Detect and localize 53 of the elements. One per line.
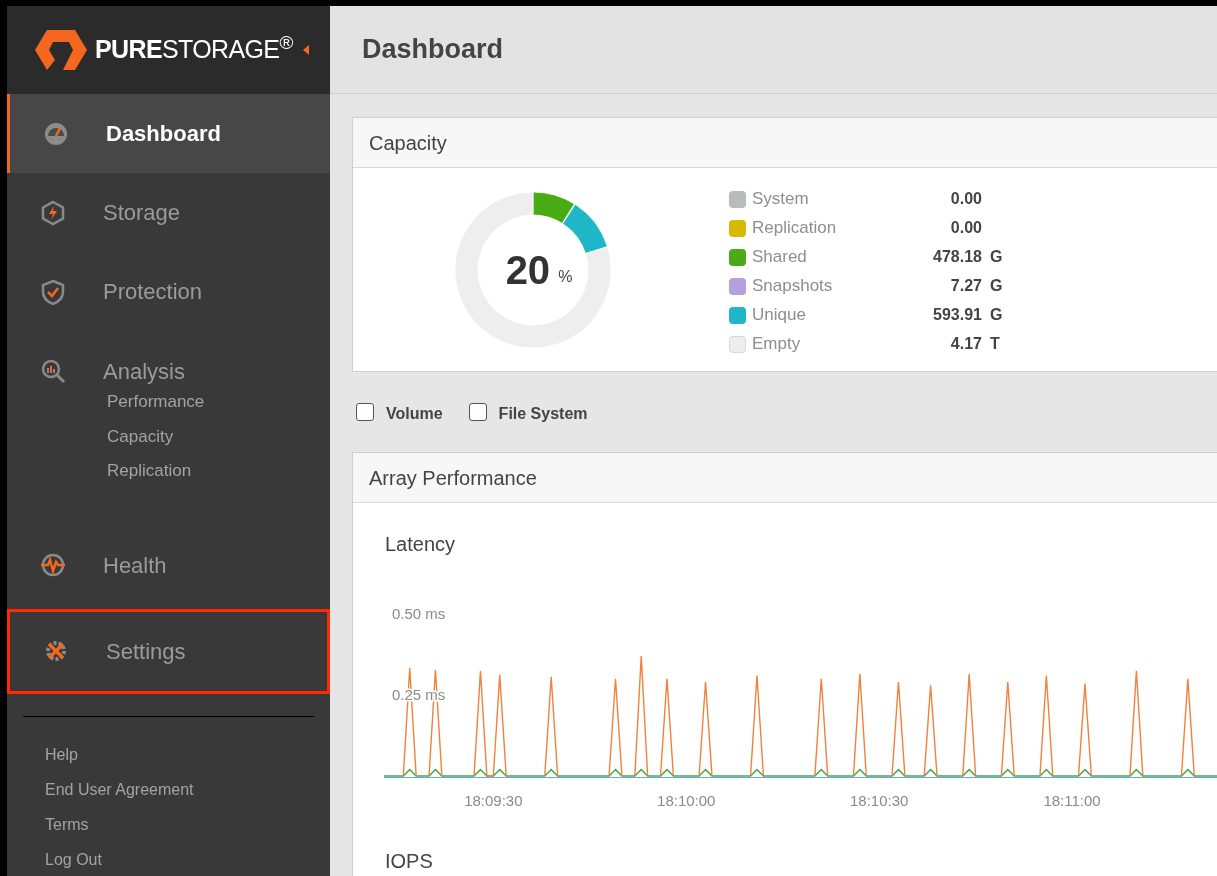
- legend-label: Shared: [752, 246, 808, 269]
- nav-item[interactable]: Health: [7, 525, 330, 605]
- card-title: Capacity: [369, 130, 447, 156]
- axis-label: 0.50 ms: [392, 605, 446, 622]
- percent-value: 20: [505, 246, 551, 294]
- nav-item[interactable]: Storage: [7, 173, 330, 252]
- axis-label: 18:09:30: [464, 792, 523, 809]
- legend-label: System: [752, 188, 810, 211]
- checkbox[interactable]: [468, 403, 487, 421]
- card-title: Array Performance: [369, 465, 537, 491]
- legend-value: 478.18: [932, 247, 982, 267]
- chart-title: IOPS: [385, 849, 434, 874]
- legend-label: Snapshots: [752, 275, 834, 298]
- nav-item[interactable]: Settings: [7, 608, 330, 694]
- legend-unit: G: [990, 305, 1003, 325]
- page-title: Dashboard: [362, 33, 504, 67]
- chart-title: Latency: [385, 532, 457, 557]
- axis-label: 18:10:00: [657, 792, 716, 809]
- legend-unit: G: [990, 276, 1003, 296]
- legend-value: 0.00: [949, 218, 982, 238]
- footer-link[interactable]: End User Agreement: [45, 777, 330, 801]
- heartbeat-icon: [40, 552, 66, 578]
- footer-link[interactable]: Help: [45, 742, 330, 766]
- legend-value: 4.17: [949, 334, 982, 354]
- footer-link[interactable]: Log Out: [45, 847, 330, 871]
- legend-label: Unique: [752, 304, 807, 327]
- percent-unit: %: [558, 266, 573, 287]
- nav-subitem[interactable]: Performance: [107, 389, 330, 415]
- nav-subitem[interactable]: Replication: [107, 458, 330, 484]
- legend-unit: T: [990, 334, 1000, 354]
- legend-unit: G: [990, 247, 1003, 267]
- logo-icon: [33, 28, 89, 72]
- wrench-gear-icon: [43, 638, 69, 664]
- legend-label: Empty: [752, 333, 802, 356]
- gauge-icon: [43, 120, 69, 147]
- legend-value: 0.00: [949, 189, 982, 209]
- footer-link[interactable]: Terms: [45, 812, 330, 836]
- axis-label: 18:10:30: [849, 792, 909, 809]
- axis-label: 18:11:00: [1043, 792, 1101, 809]
- checkbox-label[interactable]: File System: [498, 402, 588, 426]
- magnifier-chart-icon: [40, 358, 66, 384]
- checkbox[interactable]: [356, 403, 374, 421]
- legend-value: 7.27: [949, 276, 982, 296]
- legend-value: 593.91: [932, 305, 982, 325]
- collapse-icon[interactable]: [302, 45, 309, 55]
- shield-check-icon: [40, 278, 66, 305]
- legend-label: Replication: [752, 217, 838, 240]
- logo-text: PURESTORAGE$^{®}$: [95, 31, 293, 66]
- checkbox-label[interactable]: Volume: [386, 402, 443, 426]
- nav-item[interactable]: Dashboard: [7, 94, 330, 173]
- nav-item[interactable]: Protection: [7, 252, 330, 331]
- nav-subitem[interactable]: Capacity: [107, 423, 330, 449]
- hexagon-bolt-icon: [40, 199, 66, 226]
